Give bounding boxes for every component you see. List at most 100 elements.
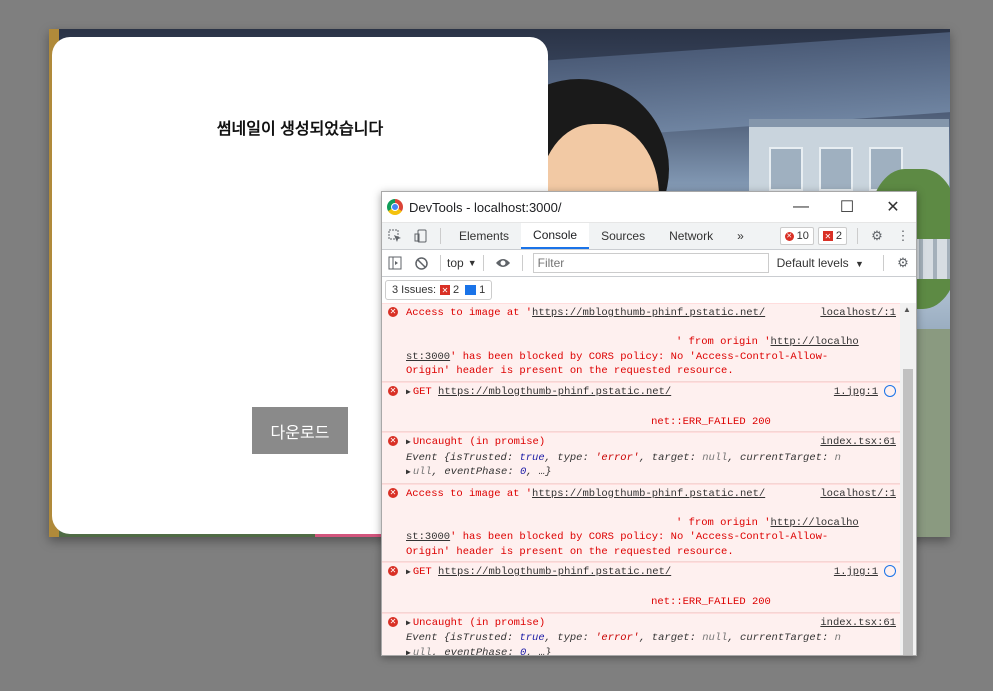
expand-triangle-icon[interactable]: ▶ [406, 647, 411, 656]
event-text: , …} [526, 466, 552, 478]
filter-input[interactable] [532, 253, 769, 273]
settings-gear-icon[interactable]: ⚙ [864, 223, 890, 249]
event-text: , eventPhase: [431, 466, 520, 478]
source-link-text: 1.jpg:1 [833, 566, 878, 578]
message-text: Origin' header is present on the request… [406, 545, 734, 558]
close-button[interactable]: ✕ [870, 192, 916, 222]
url-link[interactable]: https://mblogthumb-phinf.pstatic.net/ [438, 566, 671, 578]
context-value: top [447, 256, 464, 270]
error-icon: ✕ [388, 566, 398, 576]
device-toolbar-icon[interactable] [408, 223, 434, 249]
event-value: null [702, 632, 728, 644]
sidebar-toggle-icon[interactable] [382, 250, 408, 276]
modal-title: 썸네일이 생성되었습니다 [216, 121, 384, 138]
source-link[interactable]: index.tsx:61 [820, 435, 896, 450]
log-levels-label: Default levels [776, 256, 849, 270]
http-method: GET [412, 566, 432, 578]
expand-triangle-icon[interactable]: ▶ [406, 386, 411, 401]
event-value: true [519, 451, 545, 464]
event-text: , currentTarget: [727, 451, 835, 464]
minimize-button[interactable]: — [778, 192, 824, 222]
issues-info-count: 1 [479, 284, 486, 296]
error-icon: ✕ [388, 385, 398, 396]
origin-link[interactable]: http://localho [771, 336, 859, 348]
source-link[interactable]: 1.jpg:1 [834, 565, 896, 580]
issue-flag-icon: ✕ [440, 285, 451, 295]
console-toolbar: top ▼ Default levels ▼ ⚙ [382, 250, 916, 277]
devtools-titlebar: DevTools - localhost:3000/ — ☐ ✕ [382, 192, 916, 223]
console-error-cors: ✕ localhost/:1 Access to image at 'https… [382, 483, 900, 562]
divider [440, 228, 441, 244]
expand-triangle-icon[interactable]: ▶ [406, 466, 411, 481]
chrome-logo-icon [387, 199, 403, 215]
http-method: GET [412, 385, 432, 398]
network-globe-icon [884, 565, 896, 578]
tab-network[interactable]: Network [657, 223, 725, 249]
bg-window [819, 147, 853, 191]
log-levels-dropdown[interactable]: Default levels ▼ [777, 256, 864, 270]
event-value: true [519, 632, 545, 644]
event-object[interactable]: Event {isTrusted: true, type: 'error', t… [406, 452, 841, 464]
expand-triangle-icon[interactable]: ▶ [406, 617, 411, 632]
url-link[interactable]: https://mblogthumb-phinf.pstatic.net/ [438, 386, 671, 398]
event-object[interactable]: Event {isTrusted: true, type: 'error', t… [406, 632, 841, 644]
network-globe-icon [884, 384, 896, 397]
download-button[interactable]: 다운로드 [252, 407, 348, 454]
event-label: Event [406, 632, 438, 644]
console-settings-icon[interactable]: ⚙ [890, 250, 916, 276]
scrollbar-thumb[interactable] [903, 369, 913, 655]
event-value: ull [412, 646, 432, 656]
error-count-badge[interactable]: ✕ 10 [779, 227, 814, 245]
expand-triangle-icon[interactable]: ▶ [406, 436, 411, 451]
event-text: , type: [544, 451, 596, 464]
source-link[interactable]: 1.jpg:1 [834, 384, 896, 400]
console-error-uncaught: ✕ index.tsx:61 ▶ Uncaught (in promise) Ev… [382, 612, 900, 656]
dropdown-arrow-icon: ▼ [855, 259, 864, 269]
origin-link[interactable]: http://localho [771, 517, 859, 529]
maximize-button[interactable]: ☐ [824, 192, 870, 222]
event-value: 'error' [595, 451, 640, 464]
origin-link[interactable]: st:3000 [406, 531, 450, 543]
source-link[interactable]: localhost/:1 [820, 306, 896, 321]
tab-sources[interactable]: Sources [589, 223, 657, 249]
clear-console-icon[interactable] [408, 250, 434, 276]
message-text: Access to image at ' [406, 307, 533, 319]
error-icon: ✕ [388, 487, 398, 498]
message-text: ' has been blocked by CORS policy: No 'A… [450, 350, 829, 363]
event-value: ull [412, 466, 432, 478]
message-text: Access to image at ' [406, 487, 533, 500]
scroll-up-arrow-icon[interactable]: ▲ [903, 305, 911, 314]
message-text: Uncaught (in promise) [412, 436, 546, 448]
more-tabs-icon[interactable]: » [725, 223, 756, 249]
divider [482, 255, 484, 271]
event-text: {isTrusted: [443, 451, 520, 464]
warning-count-badge[interactable]: ✕ 2 [817, 227, 847, 245]
source-link[interactable]: localhost/:1 [820, 487, 896, 502]
window-title: DevTools - localhost:3000/ [409, 199, 562, 215]
event-value: null [702, 451, 728, 464]
divider [857, 228, 858, 244]
devtools-window: DevTools - localhost:3000/ — ☐ ✕ Element… [381, 191, 917, 656]
expand-triangle-icon[interactable]: ▶ [406, 566, 411, 581]
live-expression-eye-icon[interactable] [490, 250, 516, 276]
issue-flag-icon: ✕ [822, 231, 833, 241]
inspect-element-icon[interactable] [382, 223, 408, 249]
console-scrollbar[interactable]: ▲ [900, 303, 916, 655]
source-link[interactable]: index.tsx:61 [820, 616, 896, 631]
origin-link[interactable]: st:3000 [406, 351, 450, 363]
event-value: n [834, 632, 841, 644]
message-text: ' from origin ' [676, 336, 771, 348]
more-options-icon[interactable]: ⋮ [890, 223, 916, 249]
error-count: 10 [796, 230, 809, 242]
console-messages: ✕ localhost/:1 Access to image at 'https… [382, 303, 900, 655]
tab-console[interactable]: Console [521, 223, 590, 249]
issues-button[interactable]: 3 Issues: ✕ 2 1 [385, 280, 493, 300]
issues-label: 3 Issues: [392, 284, 437, 296]
url-link[interactable]: https://mblogthumb-phinf.pstatic.net/ [532, 488, 765, 500]
url-link[interactable]: https://mblogthumb-phinf.pstatic.net/ [532, 307, 765, 319]
event-text: {isTrusted: [443, 632, 520, 644]
context-selector[interactable]: top ▼ [447, 256, 477, 270]
tab-elements[interactable]: Elements [447, 223, 521, 249]
message-text: ' from origin ' [676, 516, 771, 529]
event-text: , target: [639, 451, 703, 464]
